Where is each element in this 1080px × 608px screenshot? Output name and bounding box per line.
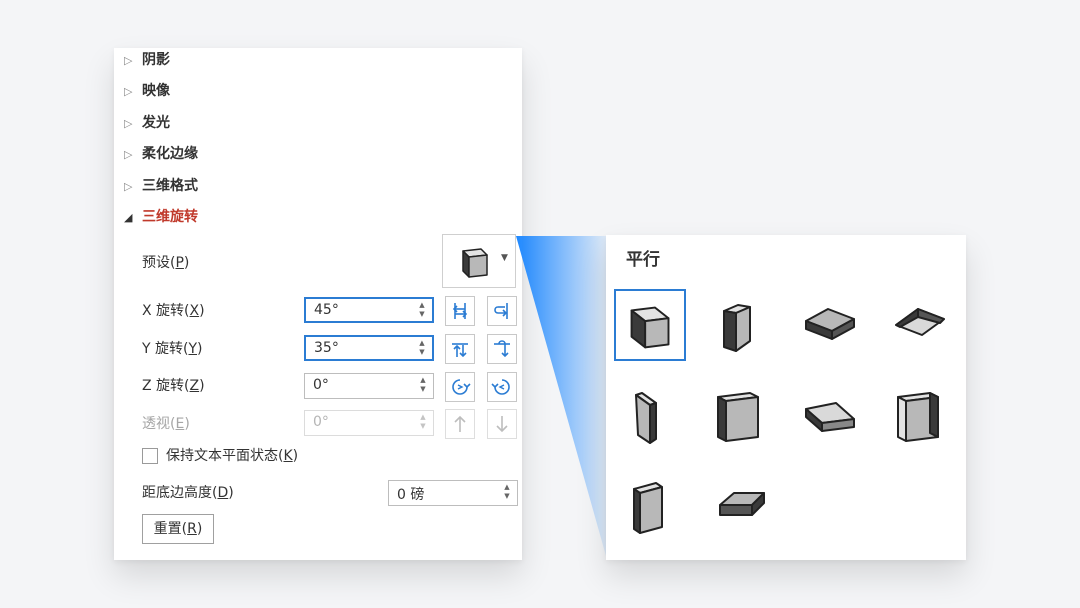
cube-off-axis-1-top-icon <box>805 402 855 432</box>
preset-tile-off-axis-1-left[interactable] <box>614 379 686 451</box>
preset-tile-off-axis-1-top[interactable] <box>794 379 866 451</box>
preset-tile-off-axis-2-top[interactable] <box>704 469 776 541</box>
cube-off-axis-1-left-icon <box>635 392 657 444</box>
rotation-preset-gallery: 平行 <box>606 235 966 560</box>
preset-tile-isometric-top-up[interactable] <box>794 289 866 361</box>
cube-isometric-left-down-icon <box>630 306 670 349</box>
preset-tile-isometric-top-down[interactable] <box>884 289 956 361</box>
cube-isometric-top-up-icon <box>805 308 855 340</box>
cube-off-axis-1-right-icon <box>717 392 759 442</box>
cube-isometric-right-up-icon <box>723 304 751 352</box>
cube-off-axis-2-top-icon <box>719 492 765 516</box>
preset-tile-off-axis-2-left[interactable] <box>884 379 956 451</box>
cube-off-axis-2-right-icon <box>633 482 663 534</box>
cube-off-axis-2-left-icon <box>897 392 939 442</box>
preset-tile-isometric-right-up[interactable] <box>704 289 776 361</box>
preset-tile-isometric-left-down[interactable] <box>614 289 686 361</box>
gallery-title: 平行 <box>626 250 660 270</box>
preset-tile-off-axis-2-right[interactable] <box>614 469 686 541</box>
cube-isometric-top-down-icon <box>895 308 945 336</box>
preset-tile-off-axis-1-right[interactable] <box>704 379 776 451</box>
